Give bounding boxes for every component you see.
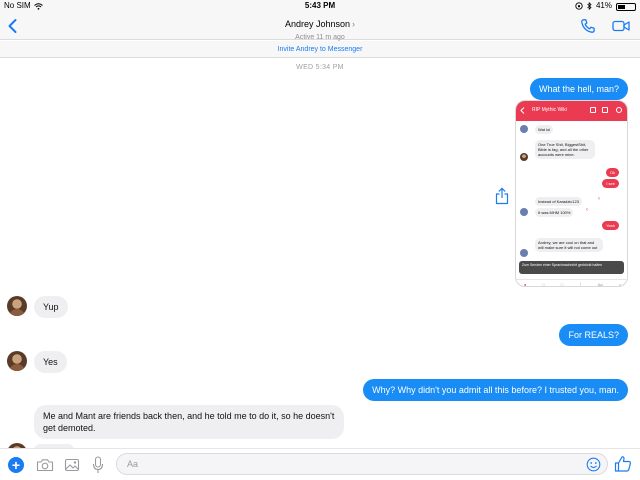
embedded-plus-icon: ● (523, 281, 527, 287)
embedded-message-red: Yeah (602, 221, 619, 230)
incoming-message[interactable]: Me and Mant are friends back then, and h… (34, 405, 344, 439)
active-status: Active 11 m ago (295, 34, 345, 41)
incoming-message[interactable]: Yup (34, 296, 68, 318)
embedded-avatar (520, 153, 528, 161)
embedded-emoji-icon: ○ (618, 281, 621, 287)
emoji-icon[interactable] (586, 457, 601, 472)
embedded-composer: ● □ □ │ Aa ○ (516, 279, 627, 287)
shared-screenshot-image[interactable]: RIP Mythic Wiki ··· Wat lol One True Shi… (515, 100, 628, 287)
contact-title[interactable]: Andrey Johnson › Active 11 m ago (0, 14, 640, 41)
incoming-message[interactable]: Yes (34, 351, 67, 373)
battery-fill (618, 5, 625, 9)
battery-percent: 41% (595, 1, 612, 10)
messenger-screen: No SIM 5:43 PM 41% Andrey Johnson › Activ… (0, 0, 640, 480)
chevron-right-icon: › (352, 19, 356, 29)
plus-icon[interactable]: + (8, 457, 24, 473)
contact-avatar[interactable] (7, 296, 27, 316)
embedded-header: RIP Mythic Wiki (516, 101, 627, 121)
embedded-message: One True Shit, BiggestShit, Bible is fag… (535, 140, 595, 159)
embedded-back-icon (520, 107, 525, 114)
share-icon[interactable] (494, 187, 510, 205)
contact-name[interactable]: Andrey Johnson (285, 19, 350, 29)
embedded-title: RIP Mythic Wiki (532, 107, 567, 113)
avatar-body (9, 364, 25, 371)
embedded-toast: Zum Senden einer Sprachnachricht gedrück… (519, 261, 624, 274)
message-input[interactable]: Aa (116, 453, 608, 475)
embedded-message: Instead of Karadzic123 (535, 197, 582, 206)
outgoing-message[interactable]: For REALS? (559, 324, 628, 346)
embedded-camera-icon: □ (542, 281, 545, 287)
camera-icon[interactable] (36, 458, 54, 472)
embedded-message: It was MHM 100% (535, 208, 574, 217)
embedded-image-icon: □ (560, 281, 564, 287)
status-time: 5:43 PM (304, 1, 336, 10)
embedded-mic-icon: │ (579, 281, 582, 287)
embedded-avatar (520, 208, 528, 216)
embedded-info-icon (616, 107, 622, 113)
bluetooth-icon (587, 2, 592, 10)
image-icon[interactable] (64, 457, 80, 473)
avatar-body (9, 309, 25, 316)
embedded-avatar (520, 249, 528, 257)
conversation-header: Andrey Johnson › Active 11 m ago (0, 12, 640, 41)
phone-call-icon[interactable] (580, 18, 596, 34)
embedded-share-icon: ‹ (586, 207, 588, 213)
microphone-icon[interactable] (92, 456, 104, 474)
contact-avatar[interactable] (7, 351, 27, 371)
invite-link[interactable]: Invite Andrey to Messenger (0, 41, 640, 58)
status-right: 41% (575, 0, 636, 12)
rotation-lock-icon (575, 2, 583, 10)
embedded-video-icon (602, 107, 608, 113)
thumbs-up-icon[interactable] (614, 455, 632, 473)
day-timestamp: WED 5:34 PM (296, 64, 344, 71)
status-bar: No SIM 5:43 PM 41% (0, 0, 640, 12)
embedded-avatar (520, 125, 528, 133)
embedded-message-red: I see (602, 179, 619, 188)
embedded-message-red: Ok (605, 168, 619, 177)
battery-icon (616, 3, 636, 11)
embedded-message: Wat lol (535, 125, 554, 134)
embedded-message: Andrey, we are cool on that and will mak… (535, 238, 603, 252)
outgoing-message[interactable]: Why? Why didn't you admit all this befor… (363, 379, 628, 401)
embedded-input-placeholder: Aa (597, 281, 603, 287)
video-call-icon[interactable] (612, 19, 630, 33)
embedded-share-icon: ‹ (598, 196, 600, 202)
outgoing-message[interactable]: What the hell, man? (529, 78, 628, 100)
message-composer: + Aa (0, 448, 640, 480)
message-input-placeholder: Aa (127, 459, 139, 469)
embedded-phone-icon (590, 107, 596, 113)
